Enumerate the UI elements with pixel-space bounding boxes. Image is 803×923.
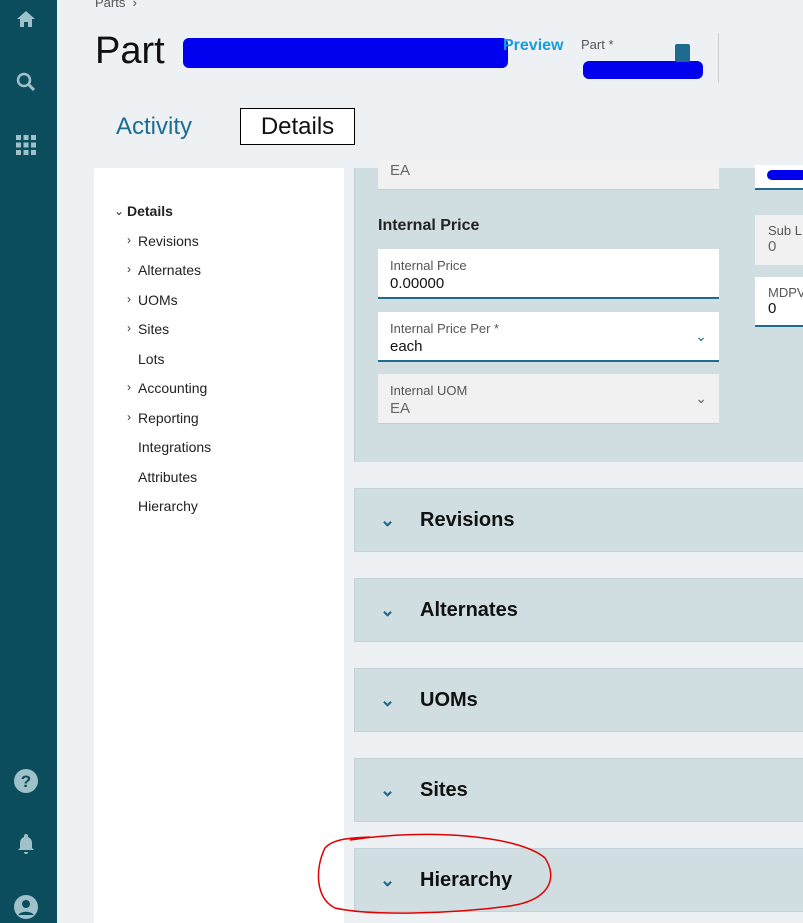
divider bbox=[718, 33, 719, 83]
internal-uom-select: Internal UOM EA ⌄ bbox=[378, 374, 719, 424]
section-heading: Internal Price bbox=[378, 217, 480, 234]
section-title: Revisions bbox=[420, 508, 515, 531]
sub-field: Sub L0 bbox=[755, 215, 803, 265]
chevron-down-icon[interactable]: ⌄ bbox=[114, 204, 124, 218]
nav-item-sites[interactable]: Sites bbox=[138, 321, 169, 337]
chevron-down-icon[interactable]: ⌄ bbox=[695, 328, 707, 345]
details-nav: ⌄ Details › Revisions › Alternates › UOM… bbox=[94, 168, 344, 923]
field-value[interactable]: each bbox=[390, 338, 707, 355]
chevron-right-icon[interactable]: › bbox=[127, 262, 131, 276]
field-label: Internal Price Per * bbox=[390, 321, 500, 336]
chevron-down-icon[interactable]: ⌄ bbox=[355, 780, 420, 801]
field-label: Sub L bbox=[768, 223, 802, 238]
breadcrumb-separator: › bbox=[132, 0, 137, 10]
chevron-down-icon[interactable]: ⌄ bbox=[355, 690, 420, 711]
nav-item-reporting[interactable]: Reporting bbox=[138, 410, 199, 426]
home-icon[interactable] bbox=[12, 5, 40, 33]
search-icon[interactable] bbox=[12, 68, 40, 96]
mdpv-field[interactable]: MDPV 0 bbox=[755, 277, 803, 327]
chevron-down-icon: ⌄ bbox=[695, 390, 707, 406]
app-rail: ? bbox=[0, 0, 57, 923]
section-title: UOMs bbox=[420, 688, 478, 711]
internal-price-field[interactable]: Internal Price 0.00000 bbox=[378, 249, 719, 299]
field-value: EA bbox=[390, 400, 411, 417]
chevron-right-icon[interactable]: › bbox=[127, 321, 131, 335]
right-field[interactable] bbox=[755, 165, 803, 190]
section-title: Sites bbox=[420, 778, 468, 801]
apps-grid-icon[interactable] bbox=[12, 131, 40, 159]
nav-item-uoms[interactable]: UOMs bbox=[138, 292, 178, 308]
chevron-down-icon[interactable]: ⌄ bbox=[355, 510, 420, 531]
section-sites[interactable]: ⌄ Sites bbox=[354, 758, 803, 822]
section-revisions[interactable]: ⌄ Revisions bbox=[354, 488, 803, 552]
chevron-right-icon[interactable]: › bbox=[127, 292, 131, 306]
nav-item-accounting[interactable]: Accounting bbox=[138, 380, 207, 396]
field-value[interactable]: 0 bbox=[768, 300, 802, 317]
user-icon[interactable] bbox=[12, 893, 40, 921]
section-uoms[interactable]: ⌄ UOMs bbox=[354, 668, 803, 732]
internal-price-per-select[interactable]: Internal Price Per * each ⌄ bbox=[378, 312, 719, 362]
chevron-right-icon[interactable]: › bbox=[127, 233, 131, 247]
part-field-label: Part * bbox=[581, 37, 614, 52]
annotation-circle bbox=[317, 833, 552, 914]
bell-icon[interactable] bbox=[12, 830, 40, 858]
uom-value: EA bbox=[390, 162, 411, 179]
field-label: Internal UOM bbox=[390, 383, 468, 398]
nav-item-integrations[interactable]: Integrations bbox=[138, 439, 211, 455]
uom-field: EA bbox=[378, 160, 719, 190]
section-title: Alternates bbox=[420, 598, 518, 621]
section-alternates[interactable]: ⌄ Alternates bbox=[354, 578, 803, 642]
field-label: Internal Price bbox=[390, 258, 467, 273]
chevron-right-icon[interactable]: › bbox=[127, 410, 131, 424]
breadcrumb-parts[interactable]: Parts bbox=[95, 0, 125, 10]
nav-item-revisions[interactable]: Revisions bbox=[138, 233, 199, 249]
help-icon[interactable]: ? bbox=[12, 767, 40, 795]
internal-price-card: EA Internal Price Internal Price 0.00000 … bbox=[354, 160, 803, 462]
nav-item-attributes[interactable]: Attributes bbox=[138, 469, 197, 485]
chevron-right-icon[interactable]: › bbox=[127, 380, 131, 394]
nav-item-lots[interactable]: Lots bbox=[138, 351, 164, 367]
nav-item-alternates[interactable]: Alternates bbox=[138, 262, 201, 278]
nav-item-details[interactable]: Details bbox=[127, 203, 173, 219]
nav-item-hierarchy[interactable]: Hierarchy bbox=[138, 498, 198, 514]
field-value: 0 bbox=[768, 238, 777, 255]
redaction bbox=[183, 38, 508, 68]
redaction bbox=[583, 61, 703, 79]
field-label: MDPV bbox=[768, 285, 803, 300]
part-lookup-icon[interactable] bbox=[675, 44, 690, 62]
tab-details[interactable]: Details bbox=[240, 108, 355, 145]
tab-activity[interactable]: Activity bbox=[104, 108, 204, 145]
page-title: Part bbox=[95, 30, 165, 72]
preview-link[interactable]: Preview bbox=[503, 37, 563, 55]
breadcrumb: Parts › bbox=[95, 0, 137, 10]
svg-text:?: ? bbox=[21, 772, 31, 791]
chevron-down-icon[interactable]: ⌄ bbox=[355, 600, 420, 621]
field-value[interactable]: 0.00000 bbox=[390, 275, 707, 292]
